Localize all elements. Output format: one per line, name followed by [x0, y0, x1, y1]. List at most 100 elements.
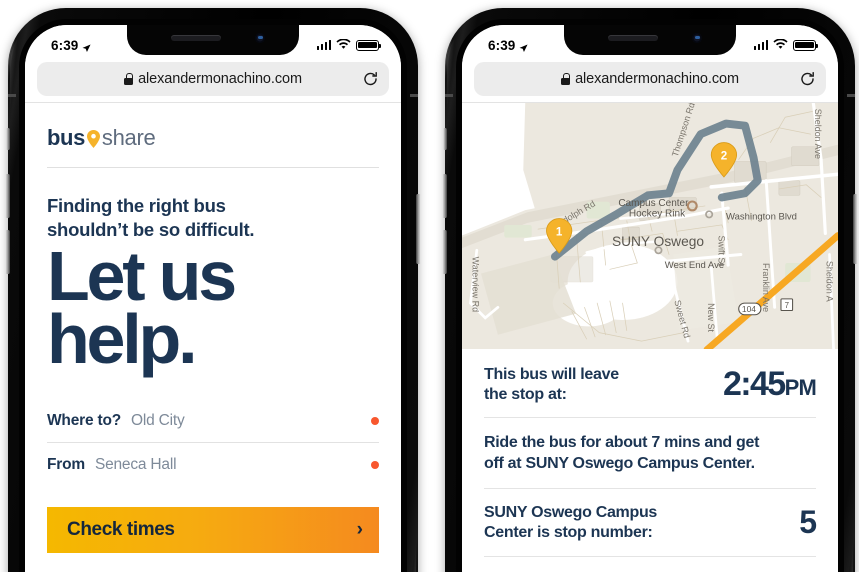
from-label: From — [47, 456, 85, 474]
address-bar-url: alexandermonachino.com — [138, 71, 302, 87]
map-label-suny-oswego: SUNY Oswego — [612, 234, 704, 249]
check-times-label: Check times — [67, 519, 175, 541]
page-title: Let us help. — [47, 237, 379, 374]
field-row-from[interactable]: From Seneca Hall — [47, 443, 379, 487]
busshare-logo[interactable]: bus share — [47, 103, 379, 151]
power-button[interactable] — [416, 194, 421, 264]
front-camera-icon — [255, 33, 265, 43]
departure-label-line-1: This bus will leave — [484, 366, 619, 383]
departure-row: This bus will leave the stop at: 2:45PM — [484, 349, 817, 419]
logo-share-text: share — [101, 125, 156, 150]
phone-right: 6:39 alexandermonachino.com Campus Cente… — [442, 8, 858, 572]
battery-full-icon — [793, 39, 819, 51]
mute-switch-button[interactable] — [6, 128, 10, 150]
logo-divider — [47, 167, 379, 168]
ride-info-row: Ride the bus for about 7 mins and get of… — [484, 418, 816, 490]
power-button[interactable] — [853, 194, 858, 264]
map-label-new-st: New St — [706, 303, 716, 332]
stop-label-line-2: Center is stop number: — [484, 523, 653, 541]
location-arrow-icon — [519, 41, 528, 52]
map-label-west-end-ave: West End Ave — [665, 260, 724, 271]
check-times-button[interactable]: Check times › — [47, 507, 379, 554]
address-bar-url: alexandermonachino.com — [575, 71, 739, 87]
route-map[interactable]: .ml{font-family:"Liberation Sans",sans-s… — [462, 103, 838, 349]
wifi-icon — [773, 37, 788, 53]
status-bar-left: 6:39 — [488, 38, 528, 53]
antenna-line-left — [8, 94, 16, 97]
svg-text:104: 104 — [742, 304, 756, 314]
ride-info-text: Ride the bus for about 7 mins and get of… — [484, 418, 816, 488]
front-camera-icon — [692, 33, 702, 43]
map-label-washington-blvd: Washington Blvd — [726, 212, 797, 223]
phone-left: 6:39 alexandermonachino.com bus share Fi… — [5, 8, 421, 572]
status-bar-time: 6:39 — [51, 37, 79, 53]
map-canvas: .ml{font-family:"Liberation Sans",sans-s… — [462, 103, 838, 349]
where-to-label: Where to? — [47, 411, 121, 429]
cellular-bars-icon — [753, 40, 768, 50]
ride-info-line-2: off at SUNY Oswego Campus Center. — [484, 455, 755, 473]
trip-result-panel: This bus will leave the stop at: 2:45PM … — [462, 349, 838, 558]
subheading-line-1: Finding the right bus — [47, 195, 226, 216]
reload-icon[interactable] — [799, 71, 816, 88]
map-label-waterview-rd: Waterview Rd — [471, 257, 481, 313]
status-bar-left: 6:39 — [51, 38, 91, 53]
departure-time: 2:45PM — [722, 365, 817, 404]
status-bar-right — [316, 37, 382, 53]
highway-shield-104: 104 — [738, 302, 762, 316]
antenna-line-left — [445, 94, 453, 97]
where-to-status-dot — [371, 416, 379, 425]
address-bar[interactable]: alexandermonachino.com — [37, 62, 389, 96]
lock-icon — [561, 73, 571, 85]
browser-toolbar: alexandermonachino.com — [462, 59, 838, 103]
chevron-right-icon: › — [356, 519, 363, 541]
browser-toolbar: alexandermonachino.com — [25, 59, 401, 103]
svg-text:1: 1 — [556, 226, 563, 239]
exit-marker-7: 7 — [780, 298, 794, 312]
map-label-sheldon: Sheldon A — [824, 261, 834, 302]
departure-meridiem: PM — [784, 375, 817, 401]
earpiece-speaker-icon — [171, 35, 221, 41]
volume-down-button[interactable] — [5, 230, 10, 274]
svg-text:2: 2 — [721, 149, 727, 162]
volume-down-button[interactable] — [442, 230, 447, 274]
page-content-left: bus share Finding the right bus shouldn’ — [25, 103, 401, 572]
stop-number-row: SUNY Oswego Campus Center is stop number… — [484, 489, 817, 558]
from-input[interactable]: Seneca Hall — [95, 456, 177, 474]
notch — [564, 25, 736, 55]
earpiece-speaker-icon — [608, 35, 658, 41]
stop-number-value: 5 — [799, 504, 817, 541]
map-label-swift-st: Swift St — [717, 236, 727, 267]
antenna-line-right — [847, 94, 855, 97]
lock-icon — [124, 73, 134, 85]
departure-time-value: 2:45 — [722, 365, 786, 404]
page-subheading: Finding the right bus shouldn’t be so di… — [47, 194, 379, 241]
battery-full-icon — [356, 39, 382, 51]
from-status-dot — [371, 461, 379, 470]
screenshot-stage: 6:39 alexandermonachino.com bus share Fi… — [0, 0, 859, 572]
cellular-bars-icon — [316, 40, 331, 50]
ride-info-line-1: Ride the bus for about 7 mins and get — [484, 434, 760, 452]
address-bar[interactable]: alexandermonachino.com — [474, 62, 826, 96]
status-bar-right — [753, 37, 819, 53]
mute-switch-button[interactable] — [443, 128, 447, 150]
map-label-sheldon-ave: Sheldon Ave — [813, 109, 823, 159]
volume-up-button[interactable] — [5, 174, 10, 218]
map-label-hockey-rink: Hockey Rink — [629, 208, 686, 219]
volume-up-button[interactable] — [442, 174, 447, 218]
page-content-right: .ml{font-family:"Liberation Sans",sans-s… — [462, 103, 838, 572]
where-to-input[interactable]: Old City — [131, 412, 185, 430]
stop-number-label: SUNY Oswego Campus Center is stop number… — [484, 503, 657, 542]
map-pin-icon — [86, 128, 100, 148]
phone-left-screen: 6:39 alexandermonachino.com bus share Fi… — [25, 25, 401, 572]
map-label-campus-center: Campus Center — [618, 198, 689, 209]
field-row-where-to[interactable]: Where to? Old City — [47, 399, 379, 444]
antenna-line-right — [410, 94, 418, 97]
heading-line-1: Let us — [47, 237, 237, 316]
wifi-icon — [336, 37, 351, 53]
trip-search-form: Where to? Old City From Seneca Hall — [47, 399, 379, 487]
phone-right-screen: 6:39 alexandermonachino.com Campus Cente… — [462, 25, 838, 572]
map-label-franklin-ave: Franklin Ave — [761, 263, 771, 312]
status-bar-time: 6:39 — [488, 37, 516, 53]
reload-icon[interactable] — [362, 71, 379, 88]
notch — [127, 25, 299, 55]
